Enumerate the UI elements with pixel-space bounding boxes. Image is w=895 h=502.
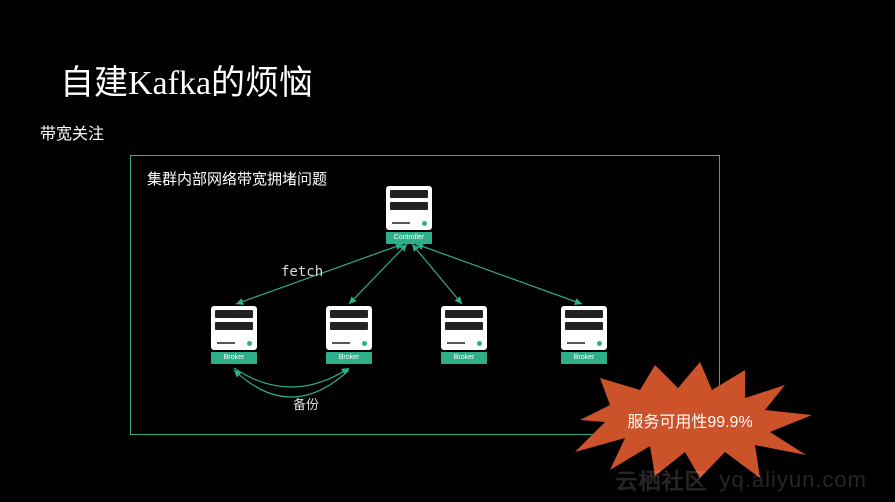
footer-watermark: 云栖社区 yq.aliyun.com bbox=[615, 464, 867, 496]
availability-badge: 服务可用性99.9% bbox=[560, 360, 820, 480]
node-label: Broker bbox=[441, 352, 487, 364]
server-icon bbox=[441, 306, 487, 350]
section-subtitle: 带宽关注 bbox=[40, 120, 104, 144]
node-broker-2: Broker bbox=[326, 306, 372, 364]
page-title: 自建Kafka的烦恼 bbox=[60, 55, 313, 104]
edge-label-backup: 备份 bbox=[293, 394, 319, 413]
server-icon bbox=[211, 306, 257, 350]
edge-label-fetch: fetch bbox=[281, 264, 323, 280]
node-controller: Controller bbox=[386, 186, 432, 244]
node-broker-1: Broker bbox=[211, 306, 257, 364]
footer-brand: 云栖社区 bbox=[615, 464, 707, 496]
node-label: Broker bbox=[211, 352, 257, 364]
node-label: Broker bbox=[326, 352, 372, 364]
footer-url: yq.aliyun.com bbox=[719, 467, 867, 493]
server-icon bbox=[326, 306, 372, 350]
server-icon bbox=[561, 306, 607, 350]
node-label: Controller bbox=[386, 232, 432, 244]
server-icon bbox=[386, 186, 432, 230]
node-broker-3: Broker bbox=[441, 306, 487, 364]
availability-text: 服务可用性99.9% bbox=[627, 408, 752, 432]
node-broker-4: Broker bbox=[561, 306, 607, 364]
